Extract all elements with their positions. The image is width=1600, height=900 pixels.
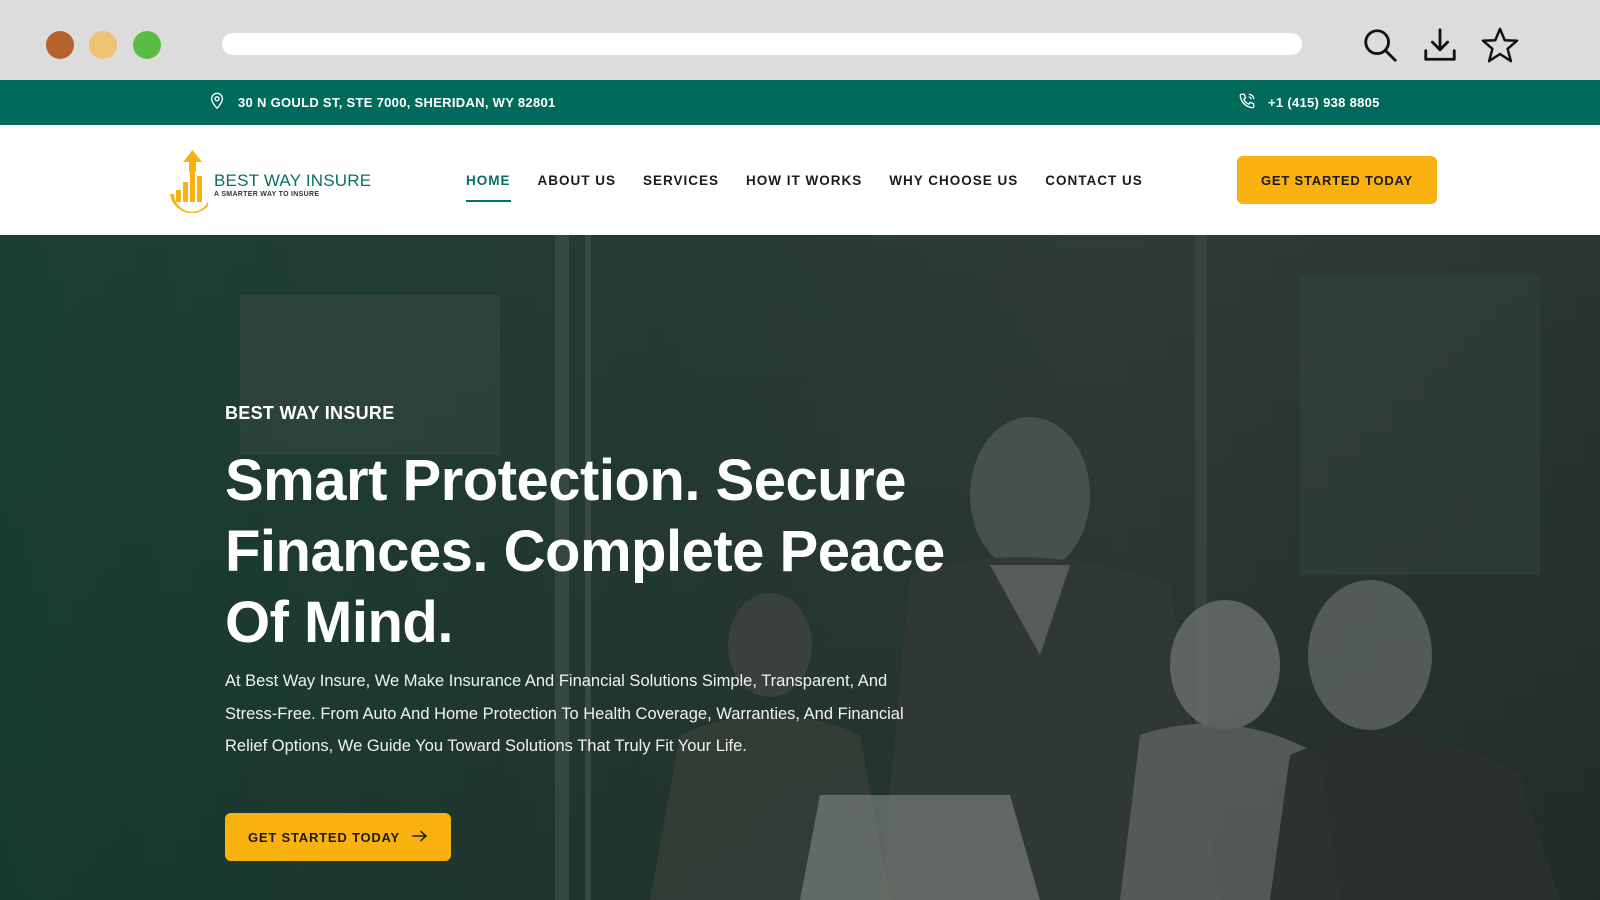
hero-title: Smart Protection. Secure Finances. Compl… (225, 448, 945, 655)
hero-eyebrow: BEST WAY INSURE (225, 403, 395, 423)
phone-info[interactable]: +1 (415) 938 8805 (1238, 80, 1380, 125)
hero-cta-label: GET STARTED TODAY (247, 829, 401, 845)
nav-services[interactable]: SERVICES (643, 173, 719, 188)
address-info: 30 N GOULD ST, STE 7000, SHERIDAN, WY 82… (208, 80, 556, 125)
nav-contact-us[interactable]: CONTACT US (1045, 173, 1143, 188)
minimize-window-button[interactable] (89, 31, 117, 59)
logo-chart-icon (170, 150, 208, 214)
hero-description: At Best Way Insure, We Make Insurance An… (225, 672, 904, 755)
search-icon[interactable] (1360, 25, 1400, 65)
address-text: 30 N GOULD ST, STE 7000, SHERIDAN, WY 82… (238, 95, 556, 110)
logo-name: BEST WAY INSURE (214, 170, 372, 190)
nav-about-us[interactable]: ABOUT US (538, 173, 617, 188)
close-window-button[interactable] (46, 31, 74, 59)
phone-icon (1238, 92, 1256, 113)
hero-get-started-button[interactable]: GET STARTED TODAY (225, 813, 451, 861)
site-header: BEST WAY INSURE A SMARTER WAY TO INSURE … (0, 125, 1600, 235)
nav-why-choose-us[interactable]: WHY CHOOSE US (889, 173, 1018, 188)
header-get-started-button[interactable]: GET STARTED TODAY (1237, 156, 1437, 204)
top-info-bar: 30 N GOULD ST, STE 7000, SHERIDAN, WY 82… (0, 80, 1600, 125)
logo[interactable]: BEST WAY INSURE A SMARTER WAY TO INSURE (168, 145, 378, 217)
maximize-window-button[interactable] (133, 31, 161, 59)
arrow-right-icon (412, 830, 428, 845)
logo-text: BEST WAY INSURE A SMARTER WAY TO INSURE (214, 171, 371, 198)
nav-home[interactable]: HOME (466, 173, 511, 202)
nav-how-it-works[interactable]: HOW IT WORKS (746, 173, 862, 188)
location-pin-icon (208, 92, 226, 113)
download-icon[interactable] (1420, 25, 1460, 65)
address-bar[interactable] (222, 33, 1302, 55)
hero-section: BEST WAY INSURE Smart Protection. Secure… (0, 235, 1600, 900)
main-nav: HOME ABOUT US SERVICES HOW IT WORKS WHY … (466, 125, 1170, 235)
browser-chrome (0, 0, 1600, 80)
phone-text[interactable]: +1 (415) 938 8805 (1268, 95, 1380, 110)
star-icon[interactable] (1480, 25, 1520, 65)
logo-tagline: A SMARTER WAY TO INSURE (214, 190, 320, 198)
